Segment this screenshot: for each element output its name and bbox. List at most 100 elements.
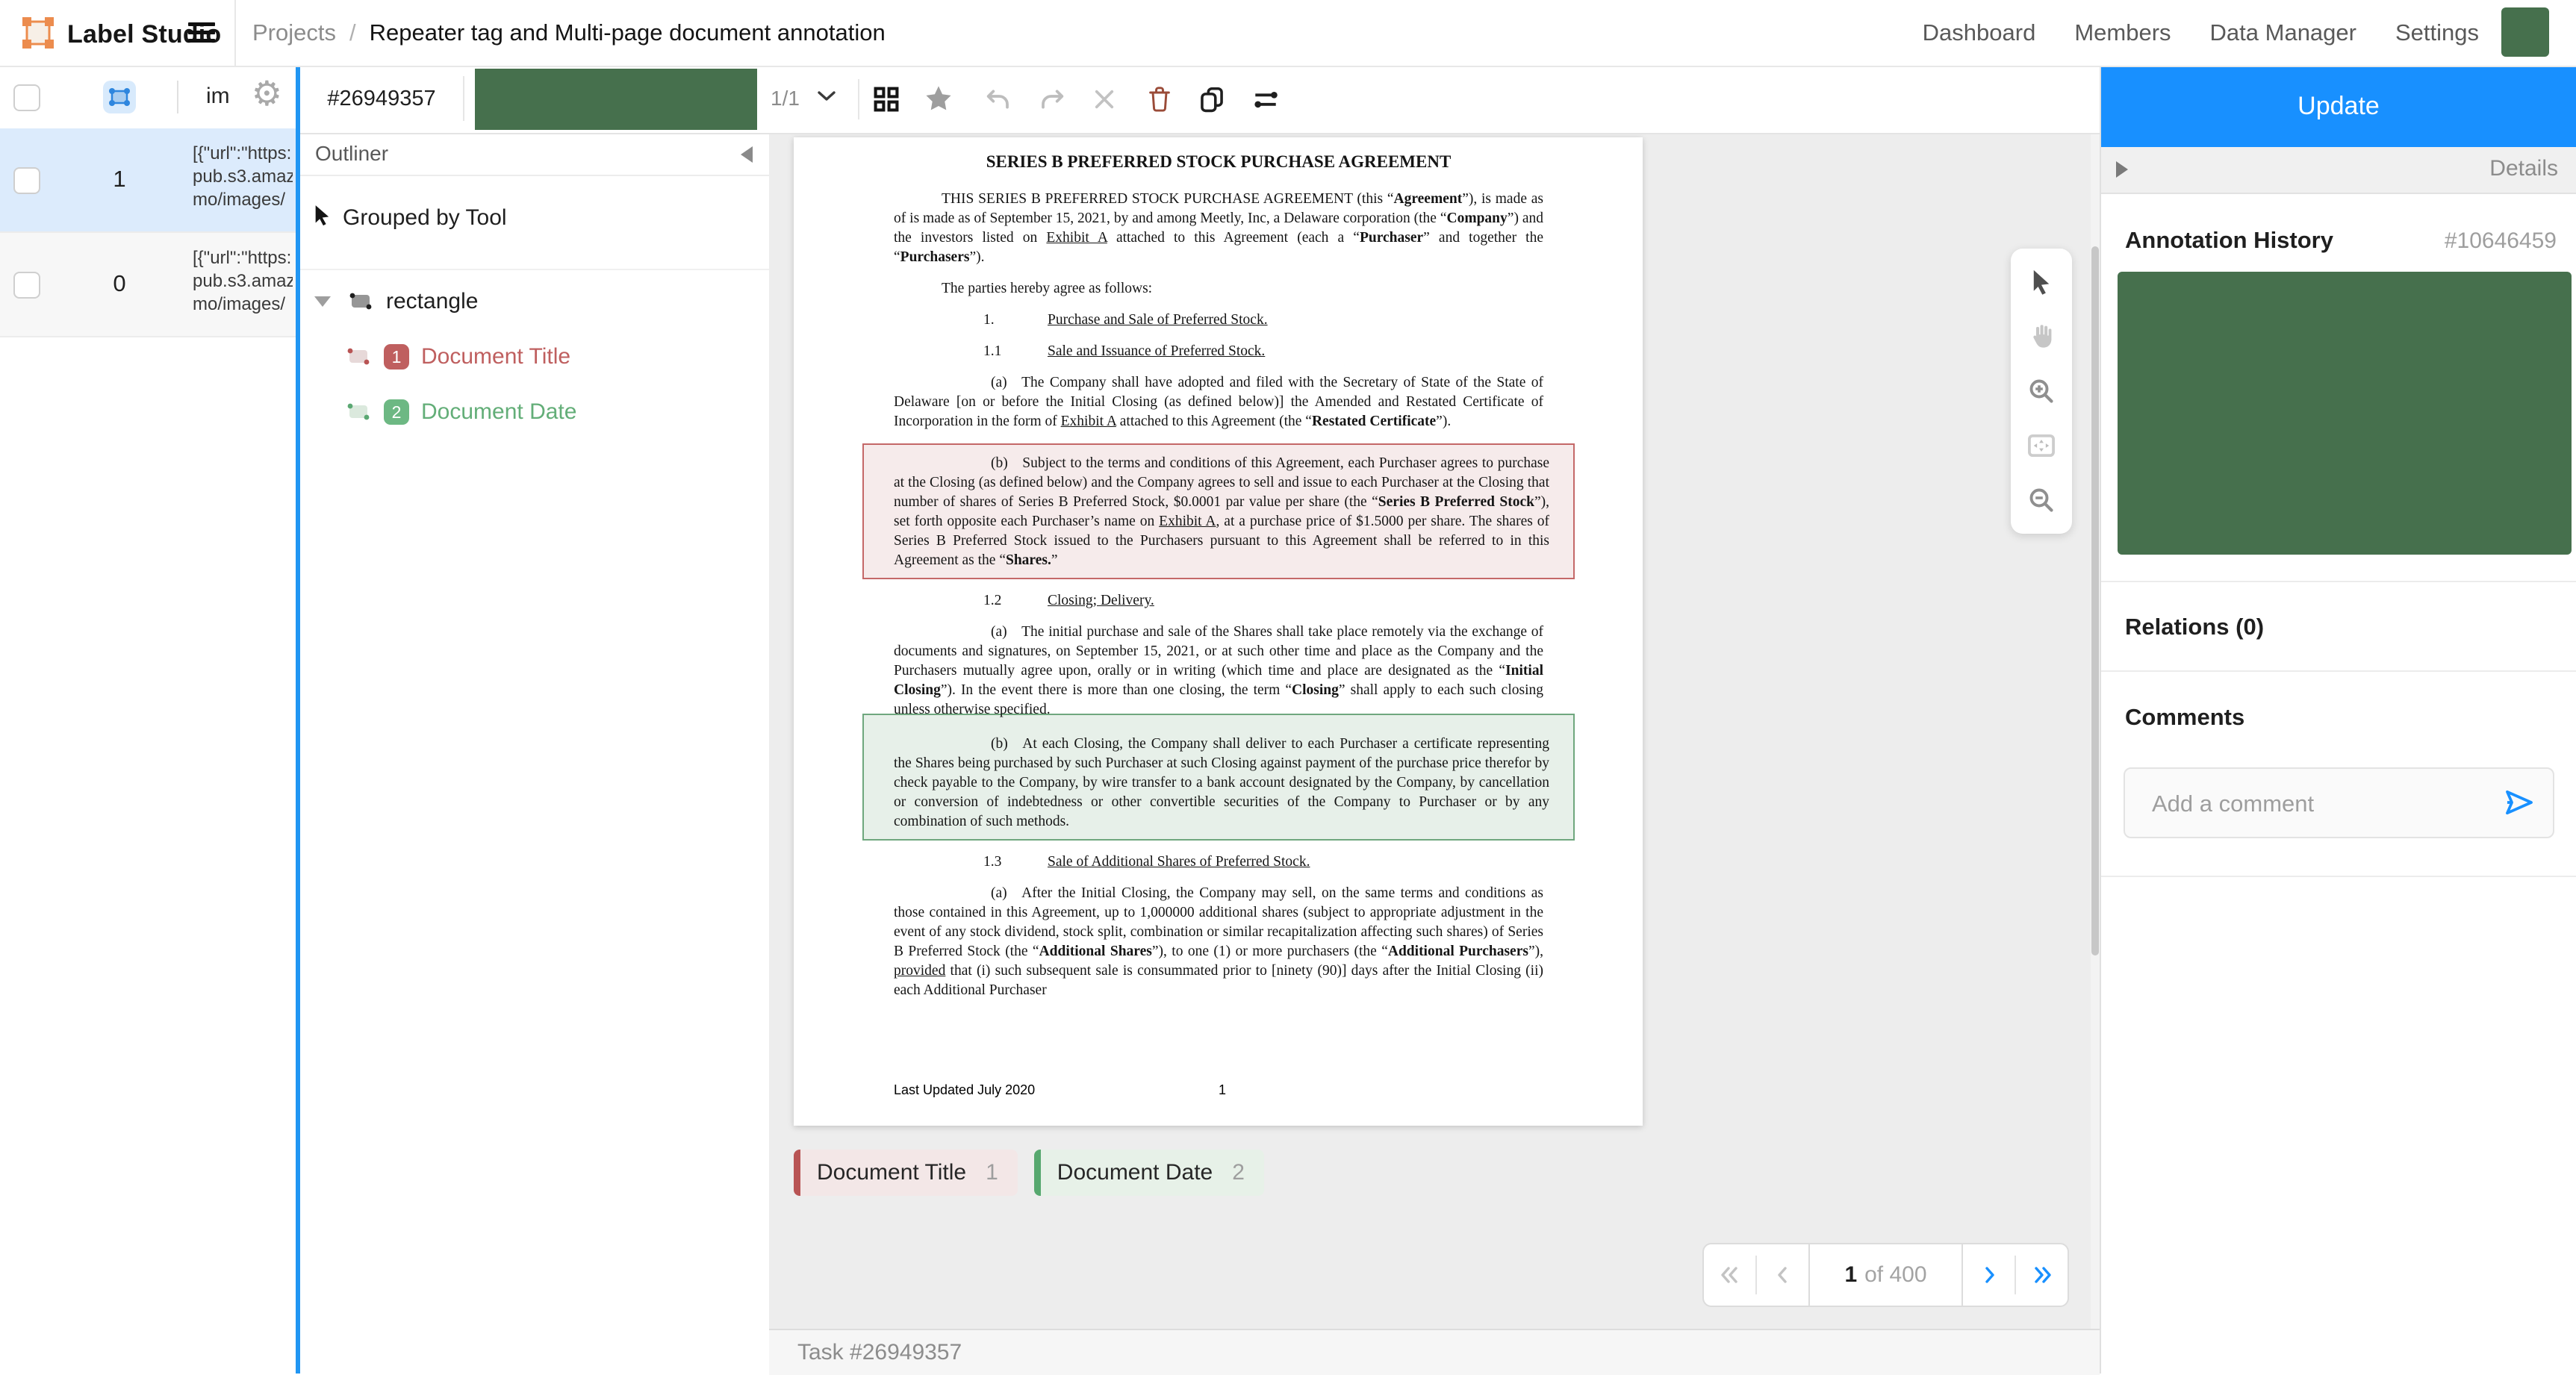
document-heading: 1.3Sale of Additional Shares of Preferre… [894, 852, 1543, 872]
page-counter[interactable]: 1 of 400 [1808, 1244, 1963, 1306]
prev-page-button[interactable] [1763, 1253, 1803, 1297]
region-rect-icon [346, 402, 370, 423]
section-divider [2101, 581, 2576, 582]
task-data-preview: [{"url":"https: pub.s3.amaz mo/images/ [193, 246, 293, 324]
region-item-document-date[interactable]: 2 Document Date [346, 390, 769, 434]
outliner-panel: Outliner Grouped by Tool rectang [300, 133, 771, 1374]
region-index-badge: 2 [384, 399, 409, 425]
document-paragraph: (a) The Company shall have adopted and f… [894, 373, 1543, 431]
grid-view-button[interactable] [868, 81, 905, 118]
tool-palette [2011, 249, 2072, 534]
top-bar: Label Studio Projects / Repeater tag and… [0, 0, 2576, 67]
document-paragraph: (b) Subject to the terms and conditions … [894, 454, 1549, 570]
pan-tool-hand-icon[interactable] [2020, 316, 2062, 358]
first-page-button[interactable] [1710, 1253, 1750, 1297]
zoom-in-tool-icon[interactable] [2020, 370, 2062, 412]
document-paragraph: (a) The initial purchase and sale of the… [894, 623, 1543, 720]
label-chip-document-title[interactable]: Document Title 1 [794, 1150, 1018, 1196]
cursor-icon [313, 205, 332, 231]
nav-members[interactable]: Members [2074, 19, 2171, 46]
last-page-button[interactable] [2022, 1253, 2062, 1297]
comment-input-box [2124, 767, 2554, 838]
nav-dashboard[interactable]: Dashboard [1923, 19, 2036, 46]
comment-input[interactable] [2150, 769, 2482, 838]
collapse-left-icon[interactable] [741, 146, 753, 163]
column-header-image[interactable]: im [206, 84, 230, 109]
region-label: Document Title [421, 344, 570, 370]
annotation-region-document-date[interactable]: (b) At each Closing, the Company shall d… [862, 714, 1575, 841]
undo-button[interactable] [980, 81, 1017, 118]
label-chip-text: Document Title [817, 1160, 966, 1185]
task-data-preview: [{"url":"https: pub.s3.amaz mo/images/ [193, 142, 293, 219]
document-footer-left: Last Updated July 2020 [894, 1082, 1035, 1097]
document-paragraph: (a) After the Initial Closing, the Compa… [894, 884, 1543, 1000]
document-page[interactable]: SERIES B PREFERRED STOCK PURCHASE AGREEM… [794, 137, 1643, 1126]
breadcrumb-projects[interactable]: Projects [252, 19, 336, 46]
grouped-by-tool-control[interactable]: Grouped by Tool [313, 205, 507, 231]
tool-group-label: rectangle [386, 289, 478, 314]
task-checkbox[interactable] [13, 167, 40, 194]
chevron-down-icon[interactable] [817, 90, 836, 107]
task-id-cell: 1 [103, 166, 136, 193]
update-button[interactable]: Update [2101, 66, 2576, 147]
annotation-region-document-title[interactable]: (b) Subject to the terms and conditions … [862, 443, 1575, 579]
document-paragraph: THIS SERIES B PREFERRED STOCK PURCHASE A… [894, 190, 1543, 267]
next-page-button[interactable] [1969, 1253, 2009, 1297]
select-all-checkbox[interactable] [13, 84, 40, 111]
region-item-document-title[interactable]: 1 Document Title [346, 334, 769, 379]
region-index-badge: 1 [384, 344, 409, 370]
settings-swap-icon-button[interactable] [1247, 81, 1284, 118]
document-title-text: SERIES B PREFERRED STOCK PURCHASE AGREEM… [894, 152, 1543, 172]
annotation-page-indicator: 1/1 [771, 87, 800, 110]
breadcrumb-separator: / [349, 19, 356, 46]
label-chip-text: Document Date [1057, 1160, 1213, 1185]
task-number-label: Task #26949357 [797, 1340, 962, 1365]
details-panel: Update Details Annotation History #10646… [2100, 66, 2576, 1374]
redo-button[interactable] [1033, 81, 1071, 118]
top-nav: Dashboard Members Data Manager Settings [1923, 0, 2479, 66]
annotation-history-redacted-block [2118, 272, 2572, 555]
annotator-selector-redacted-block [475, 69, 757, 130]
nav-settings[interactable]: Settings [2395, 19, 2479, 46]
select-tool-cursor-icon[interactable] [2020, 261, 2062, 303]
details-collapse-bar[interactable]: Details [2101, 147, 2576, 194]
label-chip-document-date[interactable]: Document Date 2 [1034, 1150, 1264, 1196]
hamburger-menu-icon[interactable] [188, 18, 218, 48]
nav-data-manager[interactable]: Data Manager [2210, 19, 2356, 46]
region-rect-icon [346, 346, 370, 367]
document-heading: 1.1Sale and Issuance of Preferred Stock. [894, 342, 1543, 361]
toolbar-divider [858, 79, 859, 119]
task-id-tab[interactable]: #26949357 [300, 66, 463, 131]
task-row[interactable]: 1 [{"url":"https: pub.s3.amaz mo/images/ [0, 128, 296, 233]
breadcrumb: Projects / Repeater tag and Multi-page d… [252, 0, 886, 66]
document-heading: 1.Purchase and Sale of Preferred Stock. [894, 311, 1543, 330]
task-pagination: 1 of 400 [1702, 1243, 2069, 1307]
send-comment-icon[interactable] [2504, 788, 2535, 820]
grouping-label: Grouped by Tool [343, 205, 507, 231]
panel-resize-handle[interactable] [296, 66, 300, 1374]
outliner-header: Outliner [300, 133, 769, 176]
workspace-scrollbar [2091, 133, 2100, 1329]
label-chip-hotkey: 1 [986, 1160, 998, 1185]
delete-annotation-trash-button[interactable] [1141, 81, 1178, 118]
fit-to-screen-tool-icon[interactable] [2020, 425, 2062, 467]
task-row[interactable]: 0 [{"url":"https: pub.s3.amaz mo/images/ [0, 233, 296, 337]
scrollbar-thumb[interactable] [2091, 246, 2099, 955]
tool-group-row-rectangle[interactable]: rectangle [300, 279, 769, 324]
document-paragraph: The parties hereby agree as follows: [894, 279, 1543, 299]
region-label: Document Date [421, 399, 576, 425]
user-avatar[interactable] [2501, 7, 2549, 57]
ground-truth-star-button[interactable] [920, 81, 957, 118]
zoom-out-tool-icon[interactable] [2020, 479, 2062, 521]
update-button-label: Update [2297, 92, 2380, 121]
section-divider [2101, 670, 2576, 672]
labels-bar: Document Title 1 Document Date 2 [794, 1150, 1264, 1196]
annotations-column-icon[interactable] [103, 81, 136, 113]
task-checkbox[interactable] [13, 272, 40, 299]
task-id-cell: 0 [103, 270, 136, 297]
label-studio-logo-icon[interactable] [21, 16, 55, 54]
duplicate-annotation-button[interactable] [1193, 81, 1231, 118]
tree-expand-icon[interactable] [314, 296, 331, 307]
reset-button[interactable] [1086, 81, 1123, 118]
column-settings-gear-icon[interactable]: ⚙ [252, 76, 282, 110]
